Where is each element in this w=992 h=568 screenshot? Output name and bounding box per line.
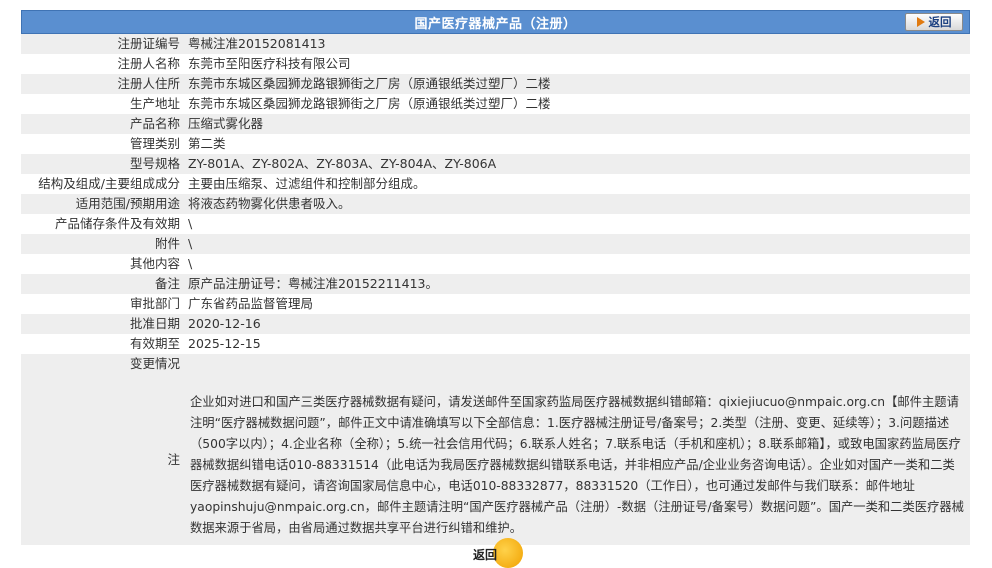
back-button-label: 返回 — [928, 15, 952, 29]
note-label: 注 — [21, 374, 184, 545]
field-value: 东莞市东城区桑园狮龙路银狮街之厂房（原通银纸类过塑厂）二楼 — [184, 94, 970, 114]
detail-row: 注册证编号 粤械注准20152081413 — [21, 34, 970, 54]
field-value: 第二类 — [184, 134, 970, 154]
field-value — [184, 354, 970, 374]
field-value: ZY-801A、ZY-802A、ZY-803A、ZY-804A、ZY-806A — [184, 154, 970, 174]
detail-row: 注册人住所 东莞市东城区桑园狮龙路银狮街之厂房（原通银纸类过塑厂）二楼 — [21, 74, 970, 94]
field-value: \ — [184, 214, 970, 234]
field-label: 有效期至 — [21, 334, 184, 354]
field-label: 适用范围/预期用途 — [21, 194, 184, 214]
field-label: 备注 — [21, 274, 184, 294]
field-label: 管理类别 — [21, 134, 184, 154]
detail-row: 变更情况 — [21, 354, 970, 374]
detail-row: 其他内容 \ — [21, 254, 970, 274]
field-value: 2025-12-15 — [184, 334, 970, 354]
detail-row: 审批部门 广东省药品监督管理局 — [21, 294, 970, 314]
field-value: 广东省药品监督管理局 — [184, 294, 970, 314]
field-label: 附件 — [21, 234, 184, 254]
field-label: 生产地址 — [21, 94, 184, 114]
detail-row: 有效期至 2025-12-15 — [21, 334, 970, 354]
detail-row: 产品储存条件及有效期 \ — [21, 214, 970, 234]
field-label: 其他内容 — [21, 254, 184, 274]
field-value: 东莞市至阳医疗科技有限公司 — [184, 54, 970, 74]
field-label: 审批部门 — [21, 294, 184, 314]
field-label: 产品名称 — [21, 114, 184, 134]
product-detail-panel: 国产医疗器械产品（注册） 返回 注册证编号 粤械注准20152081413 注册人名… — [21, 10, 970, 545]
detail-row: 管理类别 第二类 — [21, 134, 970, 154]
bottom-back-button[interactable]: 返回 — [463, 538, 523, 568]
field-value: 粤械注准20152081413 — [184, 34, 970, 54]
field-label: 注册人住所 — [21, 74, 184, 94]
detail-row: 结构及组成/主要组成成分 主要由压缩泵、过滤组件和控制部分组成。 — [21, 174, 970, 194]
detail-row: 附件 \ — [21, 234, 970, 254]
field-value: \ — [184, 254, 970, 274]
detail-row: 型号规格 ZY-801A、ZY-802A、ZY-803A、ZY-804A、ZY-8… — [21, 154, 970, 174]
detail-row: 生产地址 东莞市东城区桑园狮龙路银狮街之厂房（原通银纸类过塑厂）二楼 — [21, 94, 970, 114]
note-row: 注企业如对进口和国产三类医疗器械数据有疑问，请发送邮件至国家药监局医疗器械数据纠… — [21, 374, 970, 545]
field-value: 东莞市东城区桑园狮龙路银狮街之厂房（原通银纸类过塑厂）二楼 — [184, 74, 970, 94]
field-value: 将液态药物雾化供患者吸入。 — [184, 194, 970, 214]
field-label: 批准日期 — [21, 314, 184, 334]
field-label: 注册人名称 — [21, 54, 184, 74]
back-button[interactable]: 返回 — [905, 13, 963, 31]
detail-row: 批准日期 2020-12-16 — [21, 314, 970, 334]
field-label: 注册证编号 — [21, 34, 184, 54]
bottom-back-label: 返回 — [473, 548, 498, 562]
back-circle-icon — [493, 538, 523, 568]
field-value: 原产品注册证号：粤械注准20152211413。 — [184, 274, 970, 294]
detail-table: 注册证编号 粤械注准20152081413 注册人名称 东莞市至阳医疗科技有限公司 注册… — [21, 34, 970, 545]
field-value: \ — [184, 234, 970, 254]
page-title: 国产医疗器械产品（注册） — [414, 16, 577, 32]
detail-row: 适用范围/预期用途 将液态药物雾化供患者吸入。 — [21, 194, 970, 214]
field-label: 结构及组成/主要组成成分 — [21, 174, 184, 194]
detail-row: 备注 原产品注册证号：粤械注准20152211413。 — [21, 274, 970, 294]
field-value: 主要由压缩泵、过滤组件和控制部分组成。 — [184, 174, 970, 194]
detail-row: 注册人名称 东莞市至阳医疗科技有限公司 — [21, 54, 970, 74]
field-label: 产品储存条件及有效期 — [21, 214, 184, 234]
field-label: 变更情况 — [21, 354, 184, 374]
detail-row: 产品名称 压缩式雾化器 — [21, 114, 970, 134]
field-label: 型号规格 — [21, 154, 184, 174]
field-value: 压缩式雾化器 — [184, 114, 970, 134]
panel-header: 国产医疗器械产品（注册） 返回 — [21, 10, 970, 34]
arrow-right-icon — [916, 17, 925, 27]
note-text: 企业如对进口和国产三类医疗器械数据有疑问，请发送邮件至国家药监局医疗器械数据纠错… — [184, 374, 970, 545]
field-value: 2020-12-16 — [184, 314, 970, 334]
